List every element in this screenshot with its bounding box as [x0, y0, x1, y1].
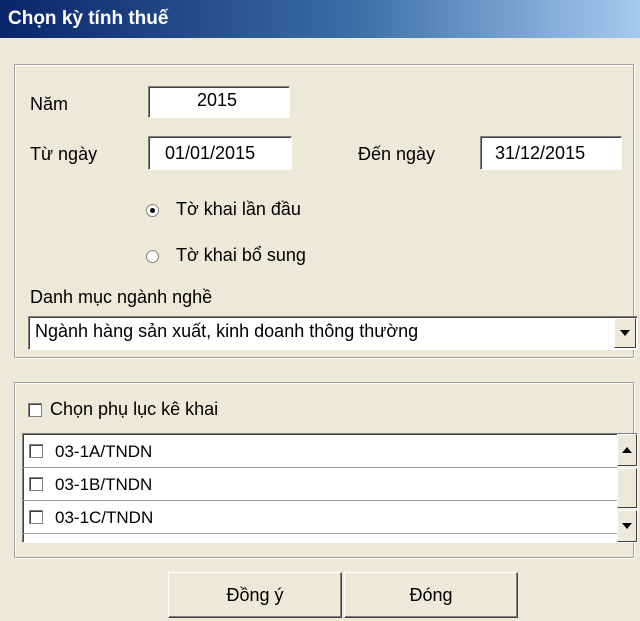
tax-period-group: [14, 64, 634, 358]
to-date-value: 31/12/2015: [495, 143, 586, 163]
year-input[interactable]: 2015: [148, 86, 290, 118]
radio-supplement-declaration-label[interactable]: Tờ khai bổ sung: [176, 245, 306, 266]
from-date-value: 01/01/2015: [165, 143, 256, 163]
appendix-select-checkbox[interactable]: [28, 403, 42, 417]
ok-button[interactable]: Đồng ý: [168, 572, 342, 618]
category-label: Danh mục ngành nghề: [30, 287, 213, 307]
scroll-down-button[interactable]: [617, 510, 637, 542]
category-select[interactable]: Ngành hàng sản xuất, kinh doanh thông th…: [28, 316, 638, 350]
chevron-down-icon: [620, 330, 630, 336]
to-date-label: Đến ngày: [358, 144, 436, 164]
year-label: Năm: [30, 94, 69, 114]
appendix-list[interactable]: 03-1A/TNDN 03-1B/TNDN 03-1C/TNDN: [22, 433, 638, 543]
appendix-item-label: 03-1B/TNDN: [55, 475, 153, 494]
ok-button-label: Đồng ý: [226, 584, 284, 605]
from-date-input[interactable]: 01/01/2015: [148, 136, 292, 170]
radio-first-declaration-label[interactable]: Tờ khai lần đầu: [176, 199, 301, 220]
vertical-scrollbar[interactable]: [617, 434, 637, 542]
close-button[interactable]: Đóng: [344, 572, 518, 618]
list-item[interactable]: 03-1C/TNDN: [23, 501, 618, 534]
appendix-select-label[interactable]: Chọn phụ lục kê khai: [50, 399, 218, 420]
year-value: 2015: [197, 90, 238, 110]
appendix-item-checkbox[interactable]: [29, 510, 43, 524]
list-item[interactable]: 03-1A/TNDN: [23, 435, 618, 468]
radio-supplement-declaration[interactable]: [146, 250, 159, 263]
arrow-down-icon: [622, 523, 632, 529]
title-bar: Chọn kỳ tính thuế: [0, 0, 640, 38]
close-button-label: Đóng: [409, 584, 453, 605]
arrow-up-icon: [622, 447, 632, 453]
scroll-thumb[interactable]: [617, 468, 637, 508]
radio-first-declaration[interactable]: [146, 204, 159, 217]
appendix-item-label: 03-1C/TNDN: [55, 508, 154, 527]
appendix-item-checkbox[interactable]: [29, 477, 43, 491]
from-date-label: Từ ngày: [30, 144, 98, 164]
list-item[interactable]: 03-1B/TNDN: [23, 468, 618, 501]
to-date-input[interactable]: 31/12/2015: [480, 136, 622, 170]
category-select-value: Ngành hàng sản xuất, kinh doanh thông th…: [35, 321, 419, 341]
appendix-item-checkbox[interactable]: [29, 444, 43, 458]
radio-selected-dot: [150, 208, 155, 213]
appendix-item-label: 03-1A/TNDN: [55, 442, 153, 461]
scroll-up-button[interactable]: [617, 434, 637, 466]
category-dropdown-button[interactable]: [614, 318, 636, 348]
window-title: Chọn kỳ tính thuế: [8, 8, 169, 29]
